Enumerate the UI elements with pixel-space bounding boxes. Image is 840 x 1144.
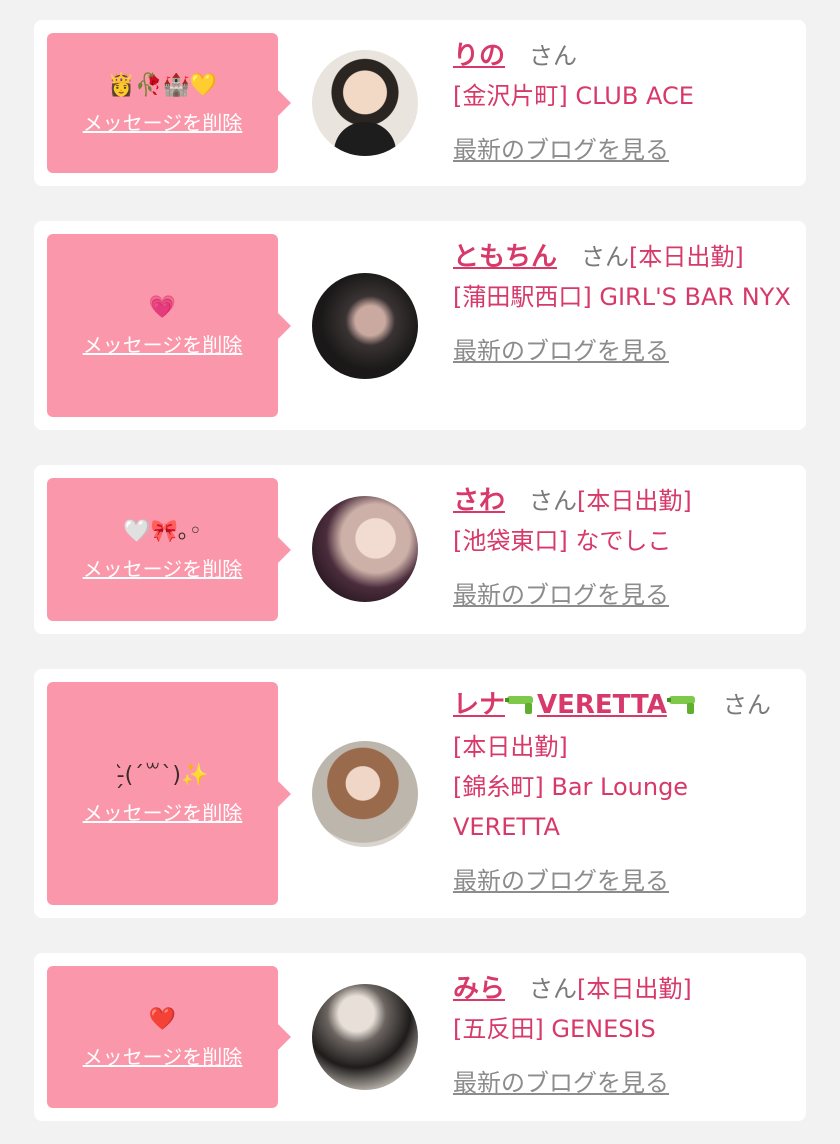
honorific: さん <box>529 487 578 515</box>
girl-name-link[interactable]: ともちん <box>453 242 557 272</box>
message-text: 💗 <box>148 295 177 320</box>
delete-message-link[interactable]: メッセージを削除 <box>83 107 243 136</box>
latest-blog-link[interactable]: 最新のブログを見る <box>453 861 669 901</box>
girl-card: -̗̀(ˊ꒳ˋ)✨ メッセージを削除 レナ VERETTA さん [本日出勤] [錦… <box>34 669 806 918</box>
girl-name-link[interactable]: レナ VERETTA <box>453 690 699 720</box>
honorific: さん <box>722 691 771 719</box>
latest-blog-link[interactable]: 最新のブログを見る <box>453 130 669 170</box>
message-bubble: ❤️ メッセージを削除 <box>47 966 291 1108</box>
attendance-status: [本日出勤] <box>453 733 568 761</box>
girl-name-middle: VERETTA <box>537 690 667 720</box>
honorific: さん <box>581 243 630 271</box>
water-gun-icon <box>505 687 537 727</box>
latest-blog-link[interactable]: 最新のブログを見る <box>453 1063 669 1103</box>
attendance-status: [本日出勤] <box>629 243 744 271</box>
girl-info: みら さん[本日出勤] [五反田] GENESIS 最新のブログを見る <box>453 969 791 1103</box>
latest-blog-link[interactable]: 最新のブログを見る <box>453 575 669 615</box>
message-bubble: 💗 メッセージを削除 <box>47 234 291 417</box>
girl-info: ともちん さん[本日出勤] [蒲田駅西口] GIRL'S BAR NYX 最新のブ… <box>453 237 791 371</box>
girl-card: 🤍🎀｡◦ メッセージを削除 さわ さん[本日出勤] [池袋東口] なでしこ 最新の… <box>34 465 806 634</box>
honorific: さん <box>529 975 578 1003</box>
girl-name-link[interactable]: みら <box>453 974 505 1004</box>
attendance-status: [本日出勤] <box>577 975 692 1003</box>
avatar-body <box>334 122 396 156</box>
attendance-status: [本日出勤] <box>577 487 692 515</box>
message-text: 🤍🎀｡◦ <box>123 519 202 544</box>
message-text: ❤️ <box>148 1006 177 1032</box>
girl-name-prefix: レナ <box>453 690 506 720</box>
avatar[interactable] <box>312 741 418 847</box>
water-gun-icon <box>666 687 699 727</box>
avatar[interactable] <box>312 984 418 1090</box>
avatar[interactable] <box>312 50 418 156</box>
girl-card: ❤️ メッセージを削除 みら さん[本日出勤] [五反田] GENESIS 最新の… <box>34 953 806 1121</box>
girl-name-link[interactable]: さわ <box>453 486 505 516</box>
delete-message-link[interactable]: メッセージを削除 <box>83 1041 243 1070</box>
message-bubble: 👸🥀🏰💛 メッセージを削除 <box>47 33 291 173</box>
girl-card: 💗 メッセージを削除 ともちん さん[本日出勤] [蒲田駅西口] GIRL'S B… <box>34 221 806 430</box>
shop-name: [五反田] GENESIS <box>453 1015 656 1043</box>
girl-name-link[interactable]: りの <box>453 41 505 71</box>
message-bubble: 🤍🎀｡◦ メッセージを削除 <box>47 478 291 621</box>
delete-message-link[interactable]: メッセージを削除 <box>83 329 243 358</box>
shop-name: [金沢片町] CLUB ACE <box>453 82 694 110</box>
avatar[interactable] <box>312 496 418 602</box>
delete-message-link[interactable]: メッセージを削除 <box>83 553 243 582</box>
girl-card: 👸🥀🏰💛 メッセージを削除 りの さん [金沢片町] CLUB ACE 最新のブロ… <box>34 20 806 186</box>
shop-name: [池袋東口] なでしこ <box>453 527 672 555</box>
girl-info: さわ さん[本日出勤] [池袋東口] なでしこ 最新のブログを見る <box>453 481 791 615</box>
message-text: -̗̀(ˊ꒳ˋ)✨ <box>116 763 209 788</box>
avatar[interactable] <box>312 273 418 379</box>
shop-name: [錦糸町] Bar Lounge VERETTA <box>453 773 689 841</box>
message-text: 👸🥀🏰💛 <box>107 72 218 98</box>
honorific: さん <box>529 42 578 70</box>
girl-info: りの さん [金沢片町] CLUB ACE 最新のブログを見る <box>453 36 791 170</box>
latest-blog-link[interactable]: 最新のブログを見る <box>453 331 669 371</box>
delete-message-link[interactable]: メッセージを削除 <box>83 797 243 826</box>
shop-name: [蒲田駅西口] GIRL'S BAR NYX <box>453 283 791 311</box>
message-bubble: -̗̀(ˊ꒳ˋ)✨ メッセージを削除 <box>47 682 291 905</box>
girl-info: レナ VERETTA さん [本日出勤] [錦糸町] Bar Lounge VERE… <box>453 685 791 901</box>
